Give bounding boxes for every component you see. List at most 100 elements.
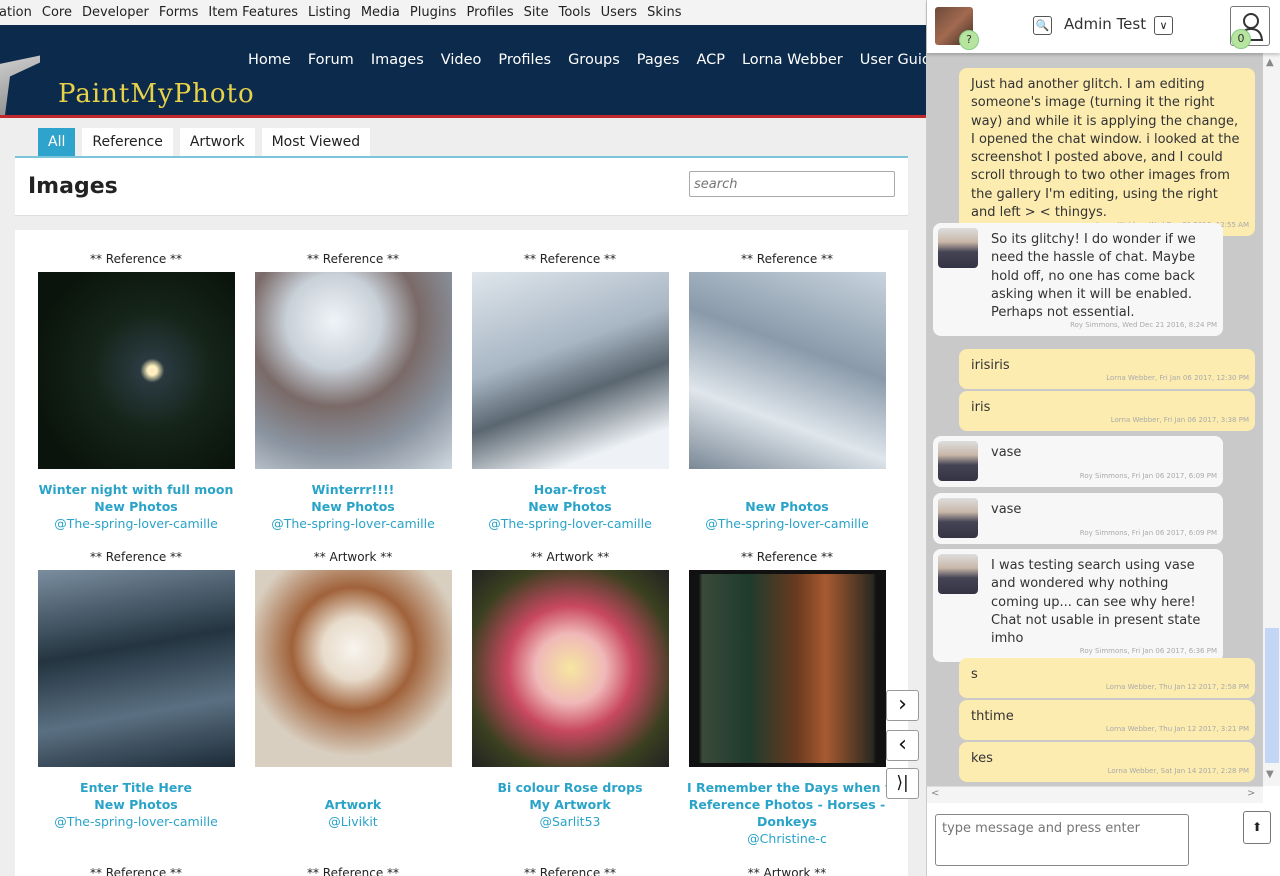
image-category: ** Reference ** — [89, 550, 183, 564]
last-button[interactable]: ⟩| — [886, 768, 919, 799]
nav-link[interactable]: Home — [248, 52, 291, 68]
main-page: ation Core Developer Forms Item Features List… — [0, 0, 926, 876]
user-avatar[interactable] — [938, 554, 978, 594]
user-link[interactable]: @The-spring-lover-camille — [36, 813, 236, 830]
chat-message: vase Roy Simmons, Fri Jan 06 2017, 6:09 P… — [933, 436, 1223, 487]
scroll-thumb[interactable] — [1265, 628, 1279, 763]
admin-menu-item[interactable]: Site — [524, 5, 549, 20]
admin-menu-item[interactable]: Plugins — [410, 5, 457, 20]
nav-link[interactable]: Video — [441, 52, 482, 68]
user-link[interactable]: @Christine-c — [687, 830, 887, 847]
search-icon[interactable]: 🔍 — [1033, 16, 1052, 35]
scroll-up-icon[interactable]: ▲ — [1266, 57, 1274, 68]
image-category: ** Reference ** — [306, 866, 400, 876]
chat-header: ? 🔍 Admin Test ∨ 0 — [927, 0, 1280, 53]
admin-menu-item[interactable]: Item Features — [208, 5, 298, 20]
album-link[interactable]: New Photos — [36, 498, 236, 515]
image-thumbnail[interactable] — [254, 570, 452, 767]
message-timestamp: Lorna Webber, Thu Jan 12 2017, 2:58 PM — [1105, 683, 1249, 691]
user-link[interactable]: @Livikit — [253, 813, 453, 830]
image-category: ** Reference ** — [89, 252, 183, 266]
image-title-link[interactable]: I Remember the Days when we... — [687, 779, 887, 796]
message-timestamp: Roy Simmons, Fri Jan 06 2017, 6:09 PM — [1079, 471, 1217, 480]
album-link[interactable]: Artwork — [253, 796, 453, 813]
nav-link[interactable]: User Guides — [860, 52, 926, 68]
user-avatar[interactable] — [938, 441, 978, 481]
album-link[interactable]: New Photos — [36, 796, 236, 813]
nav-link[interactable]: Groups — [568, 52, 620, 68]
tab-all[interactable]: All — [38, 128, 76, 157]
admin-menu-item[interactable]: Profiles — [466, 5, 513, 20]
prev-button[interactable]: ‹ — [886, 730, 919, 761]
admin-menu-item[interactable]: Skins — [647, 5, 681, 20]
image-title-link[interactable]: Hoar-frost — [470, 481, 670, 498]
nav-link[interactable]: Pages — [637, 52, 680, 68]
nav-link[interactable]: Lorna Webber — [742, 52, 843, 68]
admin-menu-item[interactable]: Core — [42, 5, 72, 20]
image-thumbnail[interactable] — [37, 570, 235, 767]
admin-menu-item[interactable]: Listing — [308, 5, 351, 20]
image-thumbnail[interactable] — [471, 272, 669, 469]
album-link[interactable]: Reference Photos - Horses - Donkeys — [687, 796, 887, 830]
user-avatar[interactable] — [938, 228, 978, 268]
image-thumbnail[interactable] — [688, 272, 886, 469]
nav-link[interactable]: Profiles — [498, 52, 551, 68]
image-card: ** Artwork ** Bi colour Rose drops My Artw… — [470, 550, 670, 830]
send-button[interactable]: ⬆ — [1243, 811, 1271, 844]
image-category: ** Reference ** — [89, 866, 183, 876]
admin-menu-item[interactable]: ation — [0, 5, 32, 20]
nav-link[interactable]: Images — [371, 52, 424, 68]
image-caption: Winterrr!!!! New Photos @The-spring-lover-… — [253, 481, 453, 532]
admin-menu-item[interactable]: Tools — [559, 5, 591, 20]
tab-reference[interactable]: Reference — [82, 128, 173, 157]
admin-menu-item[interactable]: Media — [361, 5, 400, 20]
scroll-left-icon[interactable]: < — [931, 788, 939, 799]
user-link[interactable]: @The-spring-lover-camille — [253, 515, 453, 532]
horizontal-scrollbar[interactable]: < > — [927, 786, 1263, 803]
user-avatar[interactable] — [938, 498, 978, 538]
chevron-down-icon[interactable]: ∨ — [1154, 16, 1173, 35]
album-link[interactable]: New Photos — [470, 498, 670, 515]
scroll-right-icon[interactable]: > — [1247, 788, 1255, 799]
message-text: I was testing search using vase and wond… — [991, 558, 1201, 647]
image-thumbnail[interactable] — [688, 570, 886, 767]
nav-link[interactable]: Forum — [308, 52, 354, 68]
image-thumbnail[interactable] — [37, 272, 235, 469]
tab-most-viewed[interactable]: Most Viewed — [261, 128, 371, 157]
album-link[interactable]: New Photos — [687, 498, 887, 515]
page-title: Images — [28, 174, 118, 199]
next-button[interactable]: › — [886, 690, 919, 721]
image-category: ** Reference ** — [523, 252, 617, 266]
image-card: ** Artwork ** — [687, 866, 887, 876]
admin-menu-item[interactable]: Forms — [159, 5, 199, 20]
image-thumbnail[interactable] — [254, 272, 452, 469]
image-title-link[interactable]: Enter Title Here — [36, 779, 236, 796]
image-category: ** Artwork ** — [747, 866, 827, 876]
nav-link[interactable]: ACP — [696, 52, 725, 68]
user-link[interactable]: @The-spring-lover-camille — [36, 515, 236, 532]
image-title-link[interactable]: Winter night with full moon — [36, 481, 236, 498]
admin-menu-item[interactable]: Users — [601, 5, 637, 20]
user-link[interactable]: @The-spring-lover-camille — [470, 515, 670, 532]
image-card: ** Reference ** — [253, 866, 453, 876]
image-thumbnail[interactable] — [471, 570, 669, 767]
user-link[interactable]: @Sarlit53 — [470, 813, 670, 830]
image-title-link[interactable]: Bi colour Rose drops — [470, 779, 670, 796]
image-caption: New Photos @The-spring-lover-camille — [687, 498, 887, 532]
image-title-link[interactable]: Winterrr!!!! — [253, 481, 453, 498]
image-card: ** Reference ** — [36, 866, 236, 876]
scroll-down-icon[interactable]: ▼ — [1266, 769, 1274, 780]
message-input[interactable] — [935, 814, 1189, 866]
vertical-scrollbar[interactable]: ▲ ▼ — [1263, 53, 1280, 786]
message-list: Just had another glitch. I am editing so… — [927, 53, 1263, 786]
search-input[interactable] — [689, 171, 895, 197]
image-tabs: All Reference Artwork Most Viewed — [38, 128, 371, 157]
album-link[interactable]: My Artwork — [470, 796, 670, 813]
admin-menu-item[interactable]: Developer — [82, 5, 149, 20]
image-caption: Winter night with full moon New Photos @Th… — [36, 481, 236, 532]
site-logo[interactable]: PaintMyPhoto — [58, 79, 255, 109]
album-link[interactable]: New Photos — [253, 498, 453, 515]
user-link[interactable]: @The-spring-lover-camille — [687, 515, 887, 532]
image-category: ** Reference ** — [740, 252, 834, 266]
tab-artwork[interactable]: Artwork — [179, 128, 255, 157]
